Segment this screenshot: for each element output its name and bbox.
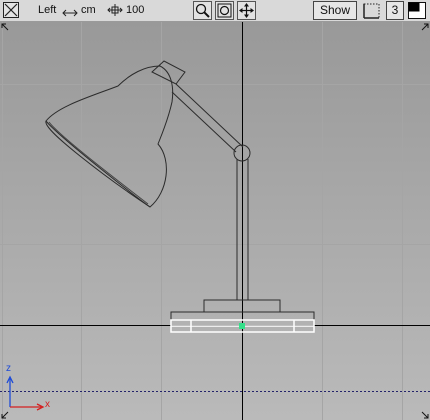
viewport-window: Left cm 100 Show 3 z x [0,0,430,420]
pan-arrows-icon [239,3,254,18]
maximize-icon [408,2,426,19]
grid-ruler-icon [363,3,380,19]
pan-tool-button[interactable] [237,1,256,20]
frame-all-icon [217,3,232,18]
horizontal-double-arrow-icon [61,5,79,23]
crosshair-arrows-icon [107,3,123,22]
units-label[interactable]: cm [81,3,96,17]
frame-all-button[interactable] [215,1,234,20]
zoom-value[interactable]: 100 [126,3,144,17]
viewport-toolbar: Left cm 100 Show 3 [0,0,430,22]
close-icon [4,3,18,17]
view-name-label[interactable]: Left [38,3,56,17]
viewport-canvas[interactable]: z x [0,22,430,420]
grid-toggle-button[interactable] [361,1,382,20]
close-viewport-button[interactable] [3,2,19,18]
pivot-marker[interactable] [239,323,245,329]
layout-number-button[interactable]: 3 [386,1,404,20]
magnifier-icon [195,3,210,18]
zoom-tool-button[interactable] [193,1,212,20]
show-menu-button[interactable]: Show [313,1,357,20]
viewport-scene[interactable]: z x [0,22,430,420]
x-axis-label: x [45,399,50,410]
z-axis-label: z [6,363,11,374]
viewport-background [0,22,430,420]
maximize-viewport-button[interactable] [407,1,427,20]
